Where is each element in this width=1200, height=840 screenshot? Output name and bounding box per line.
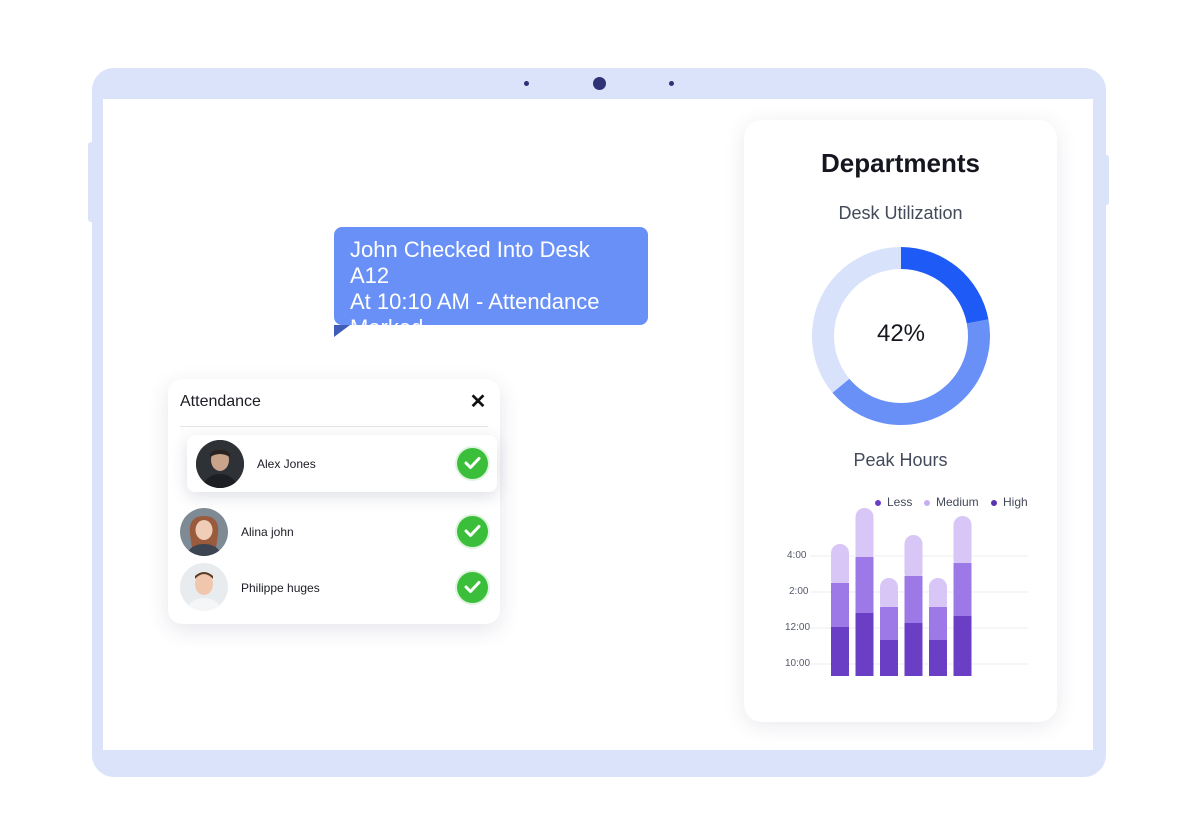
attendee-name: Alex Jones [257,457,316,471]
bar-segment-less [855,613,874,676]
departments-title: Departments [821,148,980,178]
side-button-left [88,142,94,222]
avatar [180,508,228,556]
check-icon [457,516,488,547]
desk-utilization-title: Desk Utilization [838,203,963,223]
peak-hours-title: Peak Hours [853,450,948,470]
attendance-divider [180,426,488,427]
bar-segment-high [904,535,923,582]
donut-center-label: 42% [876,320,926,347]
sensor-dot-right [669,81,674,86]
bar-segment-medium [953,563,972,622]
sensor-dot-left [524,81,529,86]
bar-segment-high [831,544,849,589]
bar-segment-medium [904,576,923,629]
bar-segment-less [880,640,898,676]
checkin-notification: John Checked Into Desk A12 At 10:10 AM -… [334,227,648,340]
notification-line-1: John Checked Into Desk A12 [350,237,590,288]
avatar [196,440,244,488]
notification-line-3: Marked [350,315,424,340]
camera-icon [593,77,606,90]
avatar [180,563,228,611]
bar-segment-high [855,508,874,563]
side-button-right [1104,155,1109,205]
check-icon [457,572,488,603]
attendance-title: Attendance [180,393,261,410]
attendee-name: Alina john [241,525,294,539]
bar-segment-high [953,516,972,569]
check-icon [457,448,488,479]
bar-segment-medium [855,557,874,619]
notification-line-2: At 10:10 AM - Attendance [350,289,600,314]
bar-segment-less [831,627,849,676]
bar-segment-less [953,616,972,676]
attendee-name: Philippe huges [241,581,320,595]
bar-segment-less [929,640,947,676]
donut-slice-0 [901,247,989,324]
peak-hours-chart [810,508,1028,676]
bubble-tail [334,325,350,337]
bar-segment-less [904,623,923,676]
bar-segment-medium [831,583,849,633]
close-icon[interactable]: ✕ [468,390,488,414]
